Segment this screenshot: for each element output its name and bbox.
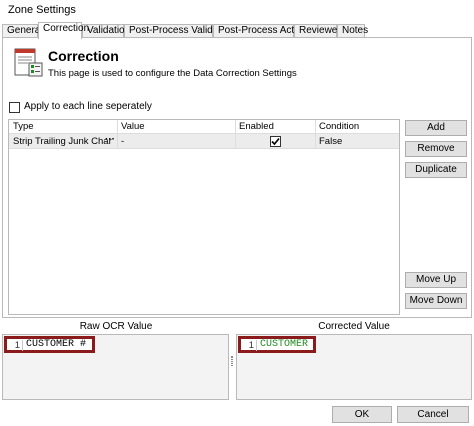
row-condition-cell[interactable]: False [319,136,342,147]
corrected-value-highlight: 1 CUSTOMER [238,336,316,353]
apply-each-line-checkbox[interactable] [9,102,20,113]
row-value-cell[interactable]: - [121,136,124,147]
tab-notes[interactable]: Notes [337,24,368,38]
splitter-handle[interactable] [231,356,233,366]
column-header-condition[interactable]: Condition [319,121,359,132]
column-header-enabled[interactable]: Enabled [239,121,274,132]
title-bar: Zone Settings [0,0,474,22]
correction-grid[interactable]: Type Value Enabled Condition Strip Trail… [8,119,400,315]
settings-document-icon [14,48,43,77]
remove-button[interactable]: Remove [405,141,467,157]
window-title: Zone Settings [8,4,76,16]
tab-post-process-validation[interactable]: Post-Process Validation [124,24,234,38]
raw-ocr-label: Raw OCR Value [79,321,153,332]
cancel-button[interactable]: Cancel [397,406,469,423]
corrected-value-box[interactable]: 1 CUSTOMER [236,334,472,400]
corrected-line-number: 1 [243,340,257,351]
ok-button[interactable]: OK [332,406,392,423]
apply-each-line-label: Apply to each line seperately [24,101,152,112]
page-header: Correction This page is used to configur… [3,38,471,88]
table-row[interactable]: Strip Trailing Junk Char ··· - False [9,134,399,149]
column-header-type[interactable]: Type [13,121,34,132]
column-header-value[interactable]: Value [121,121,145,132]
correction-panel: Correction This page is used to configur… [2,37,472,318]
duplicate-button[interactable]: Duplicate [405,162,467,178]
raw-ocr-text[interactable]: CUSTOMER # [26,339,86,350]
tab-correction[interactable]: Correction [38,22,89,39]
grid-header: Type Value Enabled Condition [9,120,399,134]
tab-post-process-actions[interactable]: Post-Process Actions [213,24,312,38]
corrected-value-label: Corrected Value [318,321,390,332]
tab-strip: General Correction Validation Post-Proce… [2,22,472,39]
raw-ocr-highlight: 1 CUSTOMER # [4,336,95,353]
tab-general[interactable]: General [2,24,43,38]
tab-reviewer[interactable]: Reviewer [294,24,341,38]
enabled-checkbox[interactable] [270,136,281,147]
corrected-value-text[interactable]: CUSTOMER [260,339,308,350]
page-subtitle: This page is used to configure the Data … [48,68,297,79]
type-ellipsis-button[interactable]: ··· [105,134,115,145]
add-button[interactable]: Add [405,120,467,136]
row-type-cell[interactable]: Strip Trailing Junk Char [13,136,112,147]
raw-line-number: 1 [9,340,23,351]
move-up-button[interactable]: Move Up [405,272,467,288]
move-down-button[interactable]: Move Down [405,293,467,309]
raw-ocr-box[interactable]: 1 CUSTOMER # [2,334,229,400]
page-title: Correction [48,48,119,64]
